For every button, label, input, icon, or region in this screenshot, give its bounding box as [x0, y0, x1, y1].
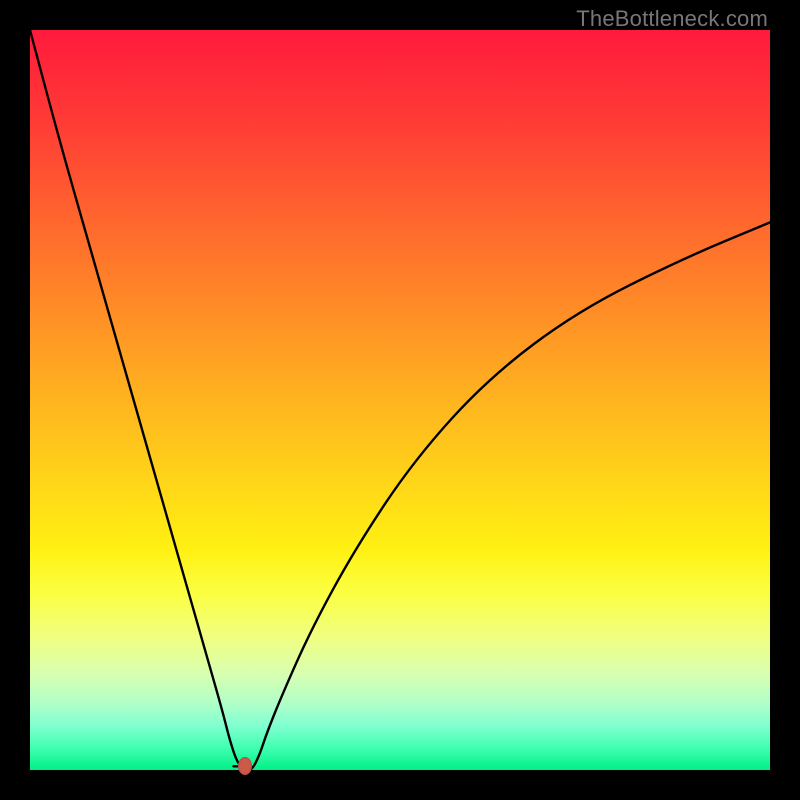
bottleneck-curve	[30, 30, 770, 770]
optimal-point-marker	[238, 757, 252, 775]
curve-svg	[30, 30, 770, 770]
plot-area	[30, 30, 770, 770]
chart-frame: TheBottleneck.com	[0, 0, 800, 800]
watermark-text: TheBottleneck.com	[576, 6, 768, 32]
